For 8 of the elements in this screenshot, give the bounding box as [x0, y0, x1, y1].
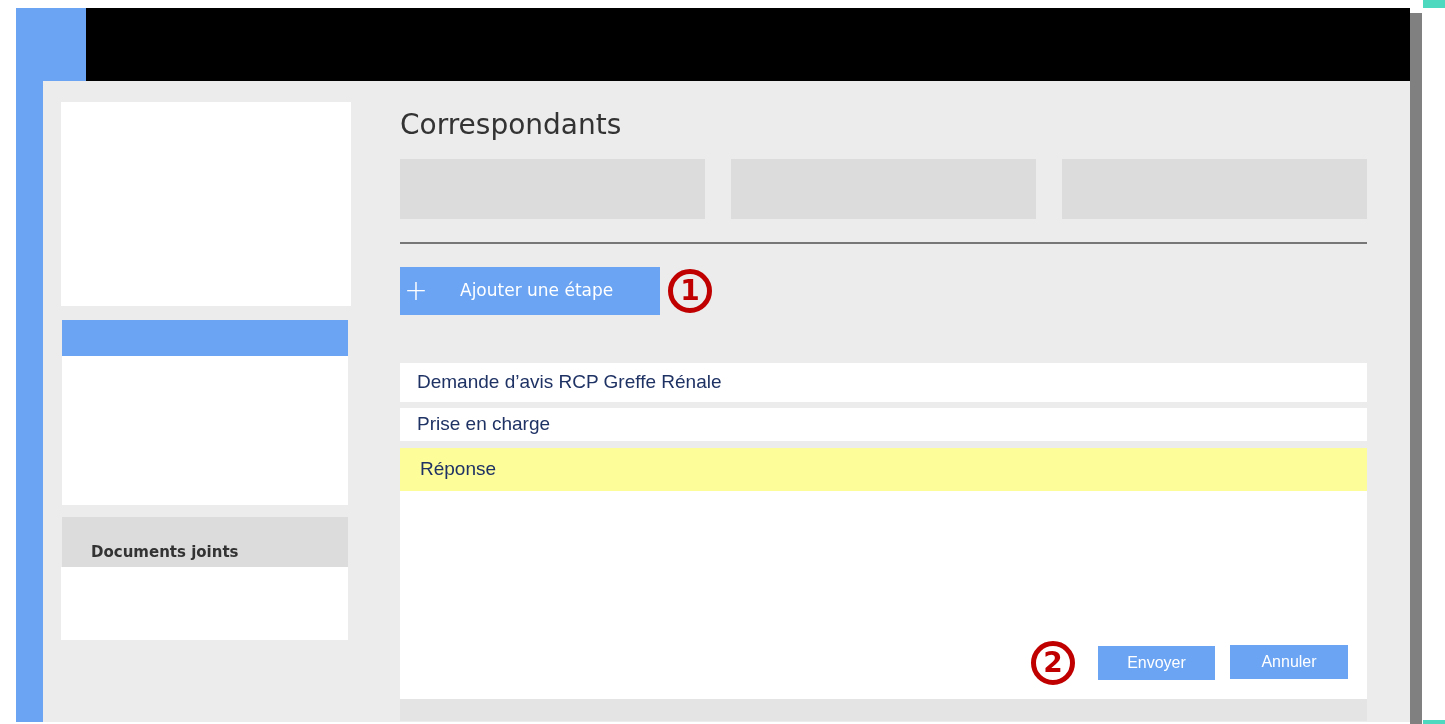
page-title: Correspondants	[400, 107, 623, 143]
corner-marker	[1423, 0, 1445, 8]
corner-marker	[1423, 720, 1445, 724]
step-marker: 2	[1031, 641, 1075, 685]
step-marker: 1	[668, 269, 712, 313]
step-row[interactable]: Réponse	[400, 441, 1367, 491]
attachments-title: Documents joints	[91, 541, 239, 563]
plus-icon: +	[402, 277, 430, 305]
